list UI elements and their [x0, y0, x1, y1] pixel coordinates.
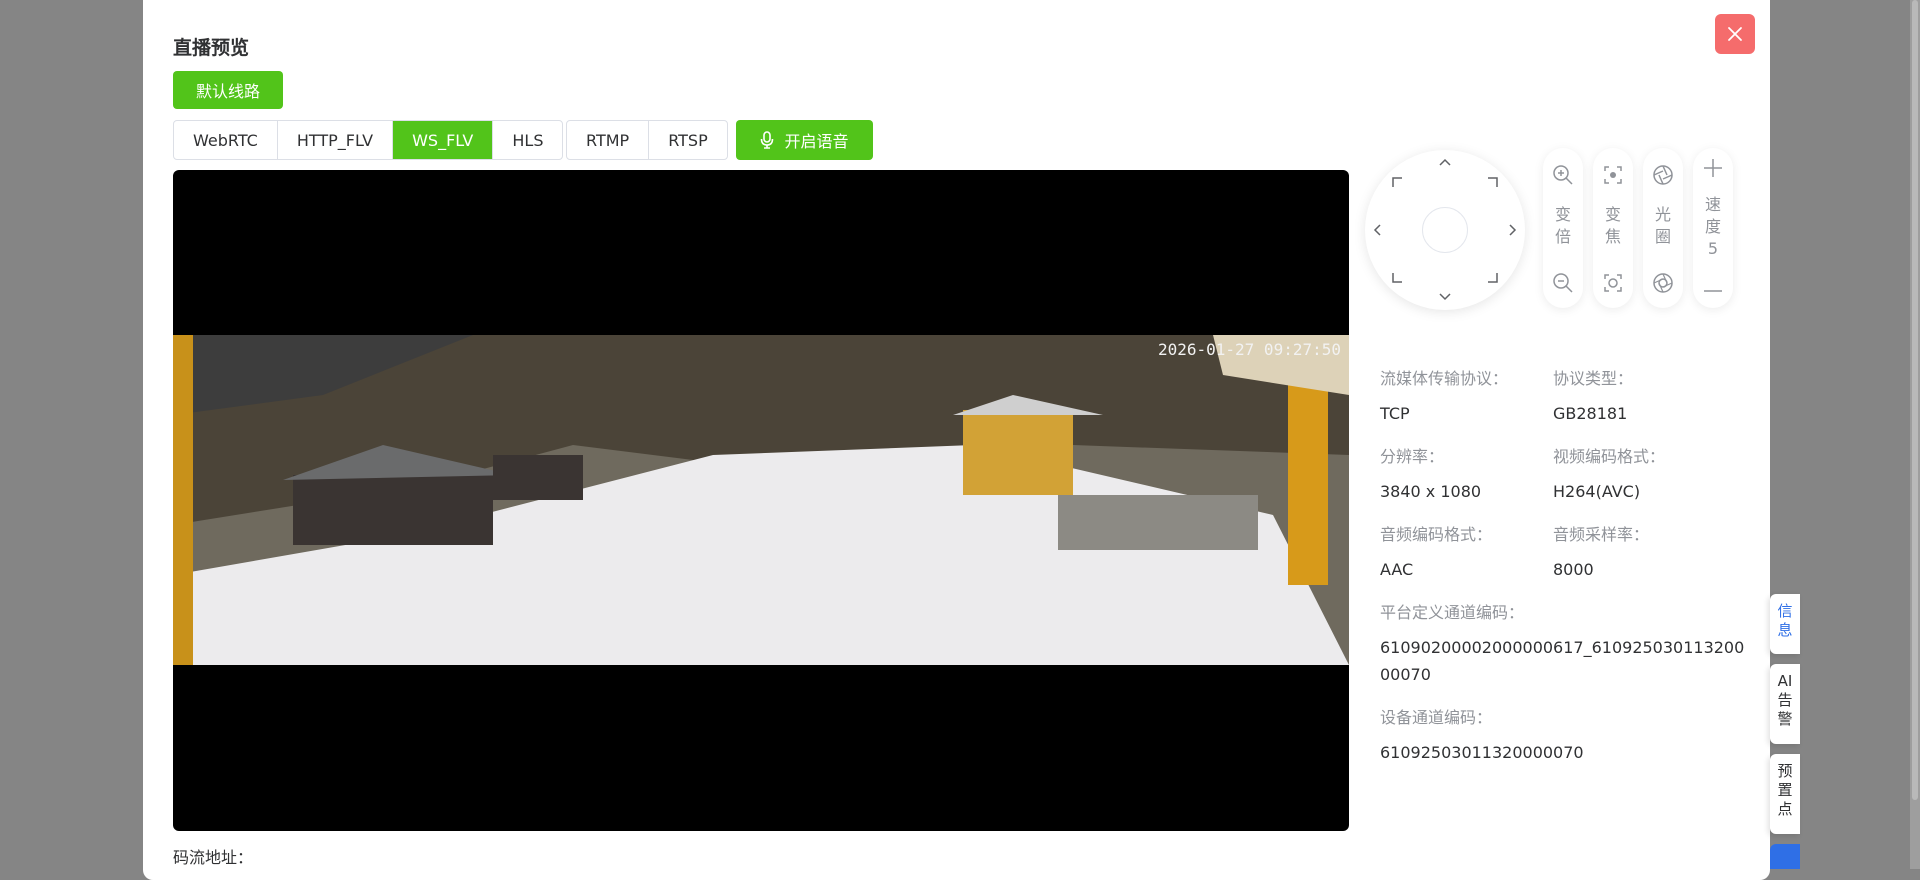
device-channel-code-key: 设备通道编码： — [1380, 708, 1493, 727]
platform-channel-code-value-line2: 00070 — [1380, 665, 1431, 684]
speed-increase-icon[interactable] — [1693, 153, 1733, 183]
enable-voice-button[interactable]: 开启语音 — [736, 120, 873, 160]
audio-codec-key: 音频编码格式： — [1380, 525, 1493, 544]
platform-channel-code-key: 平台定义通道编码： — [1380, 603, 1525, 622]
stream-protocol-group: RTMP RTSP — [566, 120, 728, 160]
iris-close-icon[interactable] — [1643, 268, 1683, 298]
default-route-button[interactable]: 默认线路 — [173, 71, 283, 109]
zoom-out-icon[interactable] — [1543, 268, 1583, 298]
audio-samplerate-key: 音频采样率： — [1553, 525, 1650, 544]
protocol-rtmp-button[interactable]: RTMP — [567, 121, 650, 159]
video-timestamp-osd: 2026-01-27 09:27:50 — [1157, 340, 1341, 359]
video-codec-key: 视频编码格式： — [1553, 447, 1666, 466]
speed-decrease-icon[interactable] — [1693, 276, 1733, 306]
camera-video-frame — [173, 335, 1349, 665]
live-preview-dialog: 直播预览 默认线路 WebRTC HTTP_FLV WS_FLV HLS RTM… — [143, 0, 1770, 880]
iris-label: 光圈 — [1654, 205, 1671, 246]
protocol-hls-button[interactable]: HLS — [493, 121, 562, 159]
ptz-iris-control: 光圈 — [1643, 148, 1683, 308]
scrollbar-thumb[interactable] — [1912, 0, 1918, 800]
ptz-direction-pad — [1365, 150, 1525, 310]
focus-label: 变焦 — [1604, 205, 1621, 246]
microphone-icon — [761, 131, 774, 149]
ptz-focus-control: 变焦 — [1593, 148, 1633, 308]
side-tab-info-label: 信息 — [1777, 602, 1793, 639]
zoom-in-icon[interactable] — [1543, 160, 1583, 190]
speed-label: 速度 — [1704, 195, 1721, 236]
dialog-title: 直播预览 — [173, 37, 250, 59]
speed-value: 5 — [1707, 239, 1719, 258]
protocol-rtsp-button[interactable]: RTSP — [649, 121, 727, 159]
side-tab-info[interactable]: 信息 — [1770, 594, 1800, 654]
side-tab-ai-alarm[interactable]: AI告警 — [1770, 664, 1800, 744]
focus-far-icon[interactable] — [1593, 268, 1633, 298]
chevron-left-icon[interactable] — [1367, 220, 1387, 240]
ptz-zoom-control: 变倍 — [1543, 148, 1583, 308]
transport-key: 流媒体传输协议： — [1380, 369, 1509, 388]
protocol-type-key: 协议类型： — [1553, 369, 1634, 388]
protocol-type-value: GB28181 — [1553, 404, 1628, 423]
side-tab-preset[interactable]: 预置点 — [1770, 754, 1800, 834]
page-scrollbar[interactable] — [1910, 0, 1920, 869]
platform-channel-code-value-line1: 61090200002000000617_610925030113200 — [1380, 638, 1745, 657]
ptz-up-right-icon[interactable] — [1483, 172, 1503, 192]
device-channel-code-value: 61092503011320000070 — [1380, 743, 1584, 762]
side-tab-preset-label: 预置点 — [1777, 762, 1793, 818]
close-icon — [1728, 27, 1742, 41]
audio-samplerate-value: 8000 — [1553, 560, 1594, 579]
ptz-speed-control: 速度 5 — [1693, 148, 1733, 308]
ptz-down-right-icon[interactable] — [1483, 268, 1503, 288]
resolution-value: 3840 x 1080 — [1380, 482, 1482, 501]
chevron-up-icon[interactable] — [1435, 152, 1455, 172]
chevron-down-icon[interactable] — [1435, 287, 1455, 307]
protocol-http-flv-button[interactable]: HTTP_FLV — [278, 121, 394, 159]
side-tab-more[interactable] — [1770, 844, 1800, 869]
video-player[interactable]: 2026-01-27 09:27:50 — [173, 170, 1349, 831]
ptz-down-left-icon[interactable] — [1387, 268, 1407, 288]
audio-codec-value: AAC — [1380, 560, 1414, 579]
protocol-button-group: WebRTC HTTP_FLV WS_FLV HLS — [173, 120, 564, 160]
protocol-ws-flv-button[interactable]: WS_FLV — [393, 121, 494, 159]
resolution-key: 分辨率： — [1380, 447, 1445, 466]
transport-value: TCP — [1380, 404, 1410, 423]
focus-near-icon[interactable] — [1593, 160, 1633, 190]
ptz-center-button[interactable] — [1422, 207, 1468, 253]
zoom-label: 变倍 — [1554, 205, 1571, 246]
stream-address-label: 码流地址： — [173, 848, 254, 867]
side-tab-ai-alarm-label: AI告警 — [1777, 672, 1793, 728]
chevron-right-icon[interactable] — [1503, 220, 1523, 240]
enable-voice-label: 开启语音 — [784, 132, 849, 151]
iris-open-icon[interactable] — [1643, 160, 1683, 190]
video-codec-value: H264(AVC) — [1553, 482, 1641, 501]
protocol-webrtc-button[interactable]: WebRTC — [174, 121, 278, 159]
close-button[interactable] — [1715, 14, 1755, 54]
ptz-up-left-icon[interactable] — [1387, 172, 1407, 192]
